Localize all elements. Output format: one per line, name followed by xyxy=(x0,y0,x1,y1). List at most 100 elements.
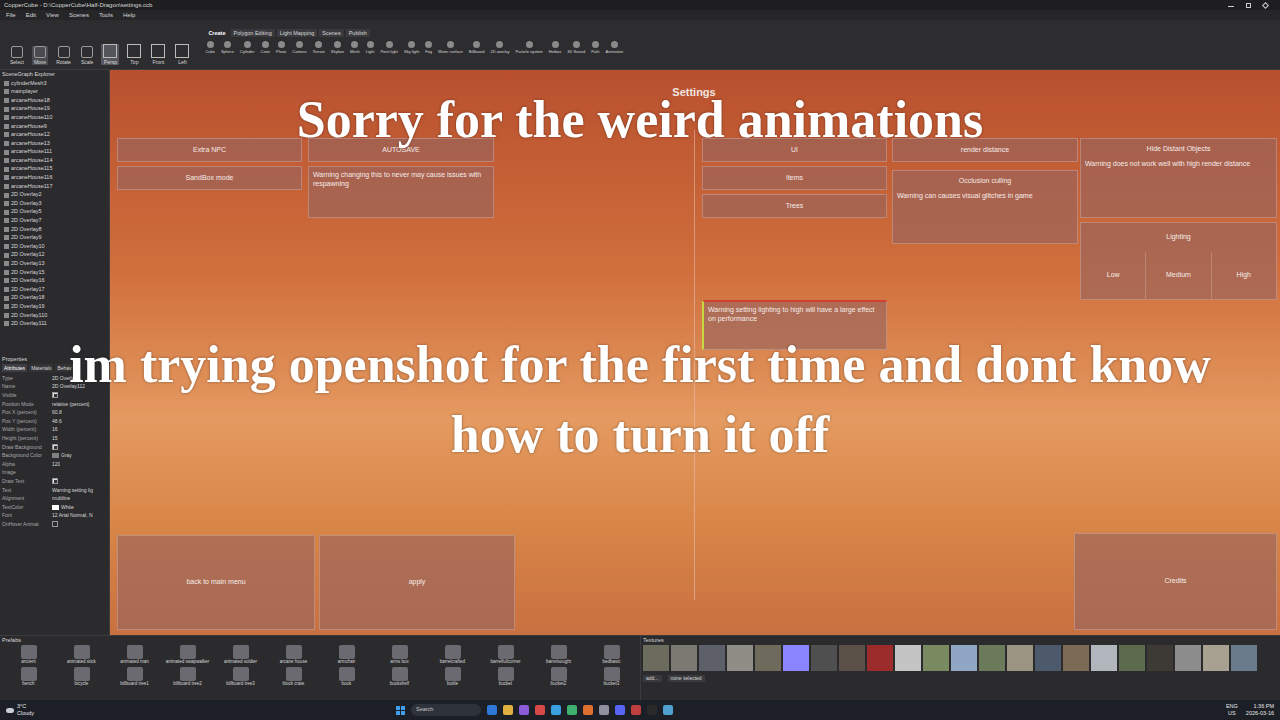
ribbon-item[interactable]: Light xyxy=(366,41,375,54)
scene-node[interactable]: 2D Overlay7 xyxy=(4,217,109,226)
menu-item[interactable]: File xyxy=(6,12,16,18)
choice-option[interactable]: Medium xyxy=(1145,252,1210,299)
texture-thumbnail[interactable] xyxy=(755,645,781,671)
menu-button[interactable]: SandBox mode xyxy=(117,166,302,190)
app-icon[interactable] xyxy=(615,705,625,715)
ribbon-item[interactable]: Particle system xyxy=(516,41,543,54)
ribbon-item[interactable]: Sphere xyxy=(221,41,234,54)
prefab-item[interactable]: bench xyxy=(2,667,55,687)
prefab-item[interactable]: bicycle xyxy=(55,667,108,687)
prefab-item[interactable]: bedbasic xyxy=(585,645,638,665)
app-icon[interactable] xyxy=(519,705,529,715)
scene-node[interactable]: arcaneHouse12 xyxy=(4,131,109,140)
scene-node[interactable]: arcaneHouse18 xyxy=(4,96,109,105)
ribbon-tab[interactable]: Publish xyxy=(346,29,370,37)
prefab-item[interactable]: bucket2 xyxy=(532,667,585,687)
texture-thumbnail[interactable] xyxy=(643,645,669,671)
prefab-item[interactable]: barrelfullcorner xyxy=(479,645,532,665)
prefab-item[interactable]: armchair xyxy=(320,645,373,665)
texture-thumbnail[interactable] xyxy=(839,645,865,671)
texture-thumbnail[interactable] xyxy=(951,645,977,671)
prefab-item[interactable]: bucket xyxy=(479,667,532,687)
scene-node[interactable]: arcaneHouse9 xyxy=(4,122,109,131)
view-button[interactable]: Top xyxy=(125,44,143,65)
texture-thumbnail[interactable] xyxy=(1147,645,1173,671)
menu-item[interactable]: View xyxy=(46,12,59,18)
prefab-item[interactable]: block crate xyxy=(267,667,320,687)
prefab-item[interactable]: arms box xyxy=(373,645,426,665)
property-value[interactable]: 48.6 xyxy=(52,419,62,424)
scene-node[interactable]: 2D Overlay8 xyxy=(4,225,109,234)
ribbon-item[interactable]: Plane xyxy=(276,41,286,54)
texture-thumbnail[interactable] xyxy=(1231,645,1257,671)
texture-thumbnail[interactable] xyxy=(1035,645,1061,671)
prefab-item[interactable]: barrelsought xyxy=(532,645,585,665)
property-checkbox[interactable] xyxy=(52,478,58,484)
texture-thumbnail[interactable] xyxy=(783,645,809,671)
scene-node[interactable]: arcaneHouse115 xyxy=(4,165,109,174)
ribbon-item[interactable]: Cube xyxy=(205,41,215,54)
texture-thumbnail[interactable] xyxy=(671,645,697,671)
maximize-icon[interactable] xyxy=(1246,3,1251,8)
scene-node[interactable]: 2D Overlay15 xyxy=(4,268,109,277)
ribbon-item[interactable]: 2D overlay xyxy=(490,41,509,54)
app-icon[interactable] xyxy=(551,705,561,715)
prefab-item[interactable]: animated swapwalker xyxy=(161,645,214,665)
scene-node[interactable]: arcaneHouse13 xyxy=(4,139,109,148)
texture-thumbnail[interactable] xyxy=(811,645,837,671)
prefab-item[interactable]: billboard tree3 xyxy=(214,667,267,687)
close-icon[interactable] xyxy=(1262,1,1269,8)
scene-node[interactable]: 2D Overlay110 xyxy=(4,311,109,320)
app-icon[interactable] xyxy=(631,705,641,715)
windows-icon[interactable] xyxy=(396,706,405,715)
scene-node[interactable]: 2D Overlay2 xyxy=(4,191,109,200)
prefab-item[interactable]: bottle xyxy=(426,667,479,687)
ribbon-item[interactable]: Sky light xyxy=(404,41,419,54)
menu-button[interactable]: back to main menu xyxy=(117,535,315,630)
ribbon-tab[interactable]: Scenes xyxy=(319,29,343,37)
property-value[interactable]: 16 xyxy=(52,427,58,432)
property-value[interactable]: 60.8 xyxy=(52,410,62,415)
scene-node[interactable]: 2D Overlay12 xyxy=(4,251,109,260)
texture-thumbnail[interactable] xyxy=(895,645,921,671)
ribbon-item[interactable]: Hotbox xyxy=(549,41,562,54)
prefab-item[interactable]: billboard tree1 xyxy=(108,667,161,687)
scene-node[interactable]: arcaneHouse114 xyxy=(4,156,109,165)
ribbon-item[interactable]: Cone xyxy=(261,41,271,54)
prefab-item[interactable]: book xyxy=(320,667,373,687)
app-icon[interactable] xyxy=(647,705,657,715)
properties-tab[interactable]: Attributes xyxy=(2,364,27,372)
scene-node[interactable]: cylinderMesh3 xyxy=(4,79,109,88)
option-panel[interactable]: Occlusion cullingWarning can causes visu… xyxy=(892,170,1078,244)
texture-thumbnail[interactable] xyxy=(1175,645,1201,671)
texture-thumbnail[interactable] xyxy=(923,645,949,671)
app-icon[interactable] xyxy=(583,705,593,715)
scene-node[interactable]: arcaneHouse110 xyxy=(4,113,109,122)
menu-item[interactable]: Scenes xyxy=(69,12,89,18)
menu-button[interactable]: Items xyxy=(702,166,887,190)
ribbon-tab[interactable]: Polygon Editing xyxy=(231,29,275,37)
prefab-item[interactable]: barrelcrafted xyxy=(426,645,479,665)
texture-thumbnail[interactable] xyxy=(979,645,1005,671)
ribbon-item[interactable]: Cylinder xyxy=(240,41,255,54)
texture-thumbnail[interactable] xyxy=(699,645,725,671)
prefab-item[interactable]: animated soldier xyxy=(214,645,267,665)
scene-node[interactable]: 2D Overlay13 xyxy=(4,259,109,268)
choice-option[interactable]: High xyxy=(1211,252,1276,299)
scene-node[interactable]: 2D Overlay17 xyxy=(4,285,109,294)
tool-button[interactable]: Scale xyxy=(79,46,96,65)
prefab-item[interactable]: animated man xyxy=(108,645,161,665)
ribbon-item[interactable]: Billboard xyxy=(469,41,485,54)
view-button[interactable]: Persp xyxy=(101,44,119,65)
prefab-item[interactable]: billboard tree2 xyxy=(161,667,214,687)
prefab-item[interactable]: bookshelf xyxy=(373,667,426,687)
ribbon-item[interactable]: Water surface xyxy=(438,41,463,54)
language-indicator[interactable]: ENGUS xyxy=(1226,704,1238,716)
property-value[interactable]: 12 Arial Normal, N xyxy=(52,513,93,518)
search-box[interactable]: Search xyxy=(411,704,481,716)
menu-button[interactable]: Extra NPC xyxy=(117,138,302,162)
tool-button[interactable]: Select xyxy=(8,46,26,65)
property-value[interactable]: 120 xyxy=(52,462,60,467)
app-icon[interactable] xyxy=(503,705,513,715)
minimize-icon[interactable] xyxy=(1228,6,1234,7)
